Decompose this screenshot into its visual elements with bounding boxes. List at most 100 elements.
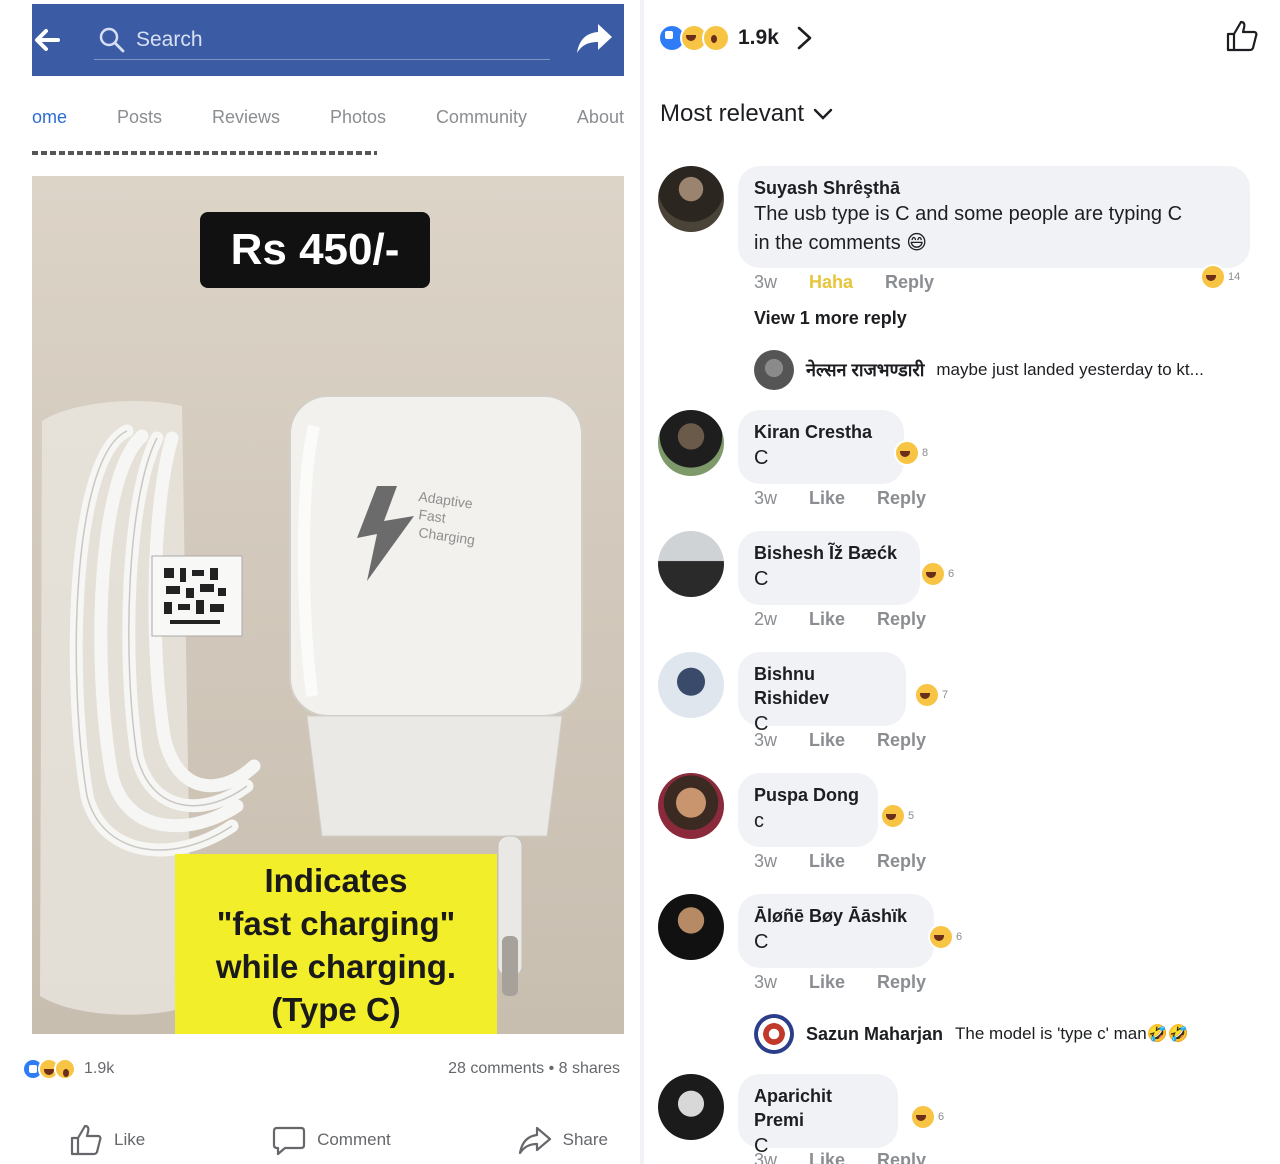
reply-preview[interactable]: नेल्सन राजभण्डारी maybe just landed yest… — [754, 350, 1204, 390]
reply-button[interactable]: Reply — [877, 488, 926, 509]
share-button[interactable]: Share — [481, 1118, 624, 1162]
reactions-header[interactable]: 1.9k — [658, 18, 815, 58]
commenter-name[interactable]: Suyash Shrêşthā — [754, 176, 1234, 200]
avatar[interactable] — [658, 773, 724, 839]
comments-shares-count[interactable]: 28 comments • 8 shares — [448, 1060, 620, 1078]
avatar[interactable] — [658, 652, 724, 718]
avatar[interactable] — [658, 166, 724, 232]
comment-bubble: Kiran Crestha C — [738, 410, 904, 484]
search-icon — [99, 27, 125, 53]
like-button[interactable]: Like — [809, 972, 845, 993]
comment-reaction-count: 14 — [1228, 271, 1241, 283]
view-more-replies-link[interactable]: View 1 more reply — [754, 308, 907, 329]
comment-reaction-badge[interactable]: 14 — [1200, 264, 1240, 290]
tab-posts[interactable]: Posts — [117, 107, 162, 128]
comment-reaction-badge[interactable]: 5 — [880, 803, 914, 829]
like-button[interactable]: Like — [32, 1118, 161, 1162]
search-input[interactable] — [136, 24, 536, 56]
like-button[interactable]: Like — [809, 1150, 845, 1164]
haha-reaction-icon — [1200, 264, 1226, 290]
comment-button[interactable]: Comment — [235, 1118, 407, 1162]
reply-button[interactable]: Reply — [877, 1150, 926, 1164]
obscured-text-line — [32, 151, 377, 155]
comment-reaction-badge[interactable]: 6 — [920, 561, 954, 587]
comment-reaction-badge[interactable]: 6 — [910, 1104, 944, 1130]
back-arrow-icon[interactable] — [32, 24, 60, 56]
haha-reaction-button[interactable]: Haha — [809, 272, 853, 293]
comment-reaction-badge[interactable]: 6 — [928, 924, 962, 950]
comment-time: 3w — [754, 972, 778, 992]
tab-photos[interactable]: Photos — [330, 107, 386, 128]
avatar[interactable] — [754, 1014, 794, 1054]
thumbs-up-icon[interactable] — [1224, 18, 1260, 54]
reply-author-name[interactable]: Sazun Maharjan — [806, 1024, 943, 1045]
comment-reaction-badge[interactable]: 8 — [894, 440, 928, 466]
comment-reaction-count: 8 — [922, 447, 929, 459]
like-button[interactable]: Like — [809, 730, 845, 751]
post-actions: Like Comment Share — [32, 1118, 624, 1162]
top-app-bar — [32, 4, 624, 76]
comment-bubble: Aparichit Premi C — [738, 1074, 898, 1157]
reply-button[interactable]: Reply — [877, 972, 926, 993]
chevron-right-icon — [797, 26, 812, 50]
haha-reaction-icon — [910, 1104, 936, 1130]
like-label: Like — [114, 1130, 146, 1149]
tab-community[interactable]: Community — [436, 107, 527, 128]
avatar[interactable] — [658, 410, 724, 476]
avatar[interactable] — [754, 350, 794, 390]
price-tag: Rs 450/- — [200, 212, 430, 288]
commenter-name[interactable]: Bishesh Ĩž Bæćk — [754, 541, 904, 565]
comment-reaction-count: 7 — [942, 689, 949, 701]
thumbs-up-icon — [70, 1124, 102, 1156]
share-label: Share — [562, 1130, 608, 1149]
like-button[interactable]: Like — [809, 851, 845, 872]
reply-button[interactable]: Reply — [885, 272, 934, 293]
commenter-name[interactable]: Bishnu Rishidev — [754, 662, 890, 710]
share-arrow-icon[interactable] — [574, 18, 614, 58]
comment-meta: 2w Like Reply — [754, 609, 926, 630]
comment-bubble: Bishnu Rishidev C — [738, 652, 906, 735]
reply-button[interactable]: Reply — [877, 609, 926, 630]
reply-button[interactable]: Reply — [877, 730, 926, 751]
page-tabs: ome Posts Reviews Photos Community About — [32, 96, 624, 138]
comments-panel: 1.9k Most relevant Suyash Shrêşthā The u… — [644, 0, 1280, 1164]
wow-reaction-icon — [54, 1058, 76, 1080]
comment-meta: 3w Like Reply — [754, 1150, 926, 1164]
avatar[interactable] — [658, 531, 724, 597]
comment-meta: 3w Like Reply — [754, 851, 926, 872]
comment-bubble: Bishesh Ĩž Bæćk C — [738, 531, 920, 605]
comment-time: 2w — [754, 609, 778, 629]
commenter-name[interactable]: Aparichit Premi — [754, 1084, 882, 1132]
reaction-count: 1.9k — [84, 1060, 115, 1077]
tab-about[interactable]: About — [577, 107, 624, 128]
comment-meta: 3w Like Reply — [754, 972, 926, 993]
avatar[interactable] — [658, 1074, 724, 1140]
comment-text: in the comments 😄 — [754, 232, 928, 254]
comment-time: 3w — [754, 1150, 778, 1164]
post-photo[interactable]: Adaptive Fast Charging Rs 450/- Indicate… — [32, 176, 624, 1034]
tab-home[interactable]: ome — [32, 107, 67, 128]
avatar[interactable] — [658, 894, 724, 960]
comment-reaction-badge[interactable]: 7 — [914, 682, 948, 708]
reply-author-name[interactable]: नेल्सन राजभण्डारी — [806, 358, 924, 382]
haha-reaction-icon — [880, 803, 906, 829]
chevron-down-icon — [813, 108, 833, 120]
reply-preview[interactable]: Sazun Maharjan The model is 'type c' man… — [754, 1014, 1189, 1054]
commenter-name[interactable]: Puspa Dong — [754, 783, 862, 807]
comment-meta: 3w Haha Reply — [754, 272, 934, 293]
reply-button[interactable]: Reply — [877, 851, 926, 872]
caption-line: Indicates — [264, 862, 408, 899]
tab-reviews[interactable]: Reviews — [212, 107, 280, 128]
commenter-name[interactable]: Āløñē Bøy Āāshïk — [754, 904, 918, 928]
sort-dropdown[interactable]: Most relevant — [660, 100, 834, 128]
like-button[interactable]: Like — [809, 488, 845, 509]
comment-meta: 3w Like Reply — [754, 730, 926, 751]
sort-label: Most relevant — [660, 100, 805, 127]
like-button[interactable]: Like — [809, 609, 845, 630]
comment-bubble: Suyash Shrêşthā The usb type is C and so… — [738, 166, 1250, 268]
search-bar[interactable] — [94, 20, 550, 60]
post-stats: 1.9k 28 comments • 8 shares — [22, 1056, 624, 1086]
comment-meta: 3w Like Reply — [754, 488, 926, 509]
commenter-name[interactable]: Kiran Crestha — [754, 420, 888, 444]
reaction-summary[interactable]: 1.9k — [22, 1058, 114, 1080]
